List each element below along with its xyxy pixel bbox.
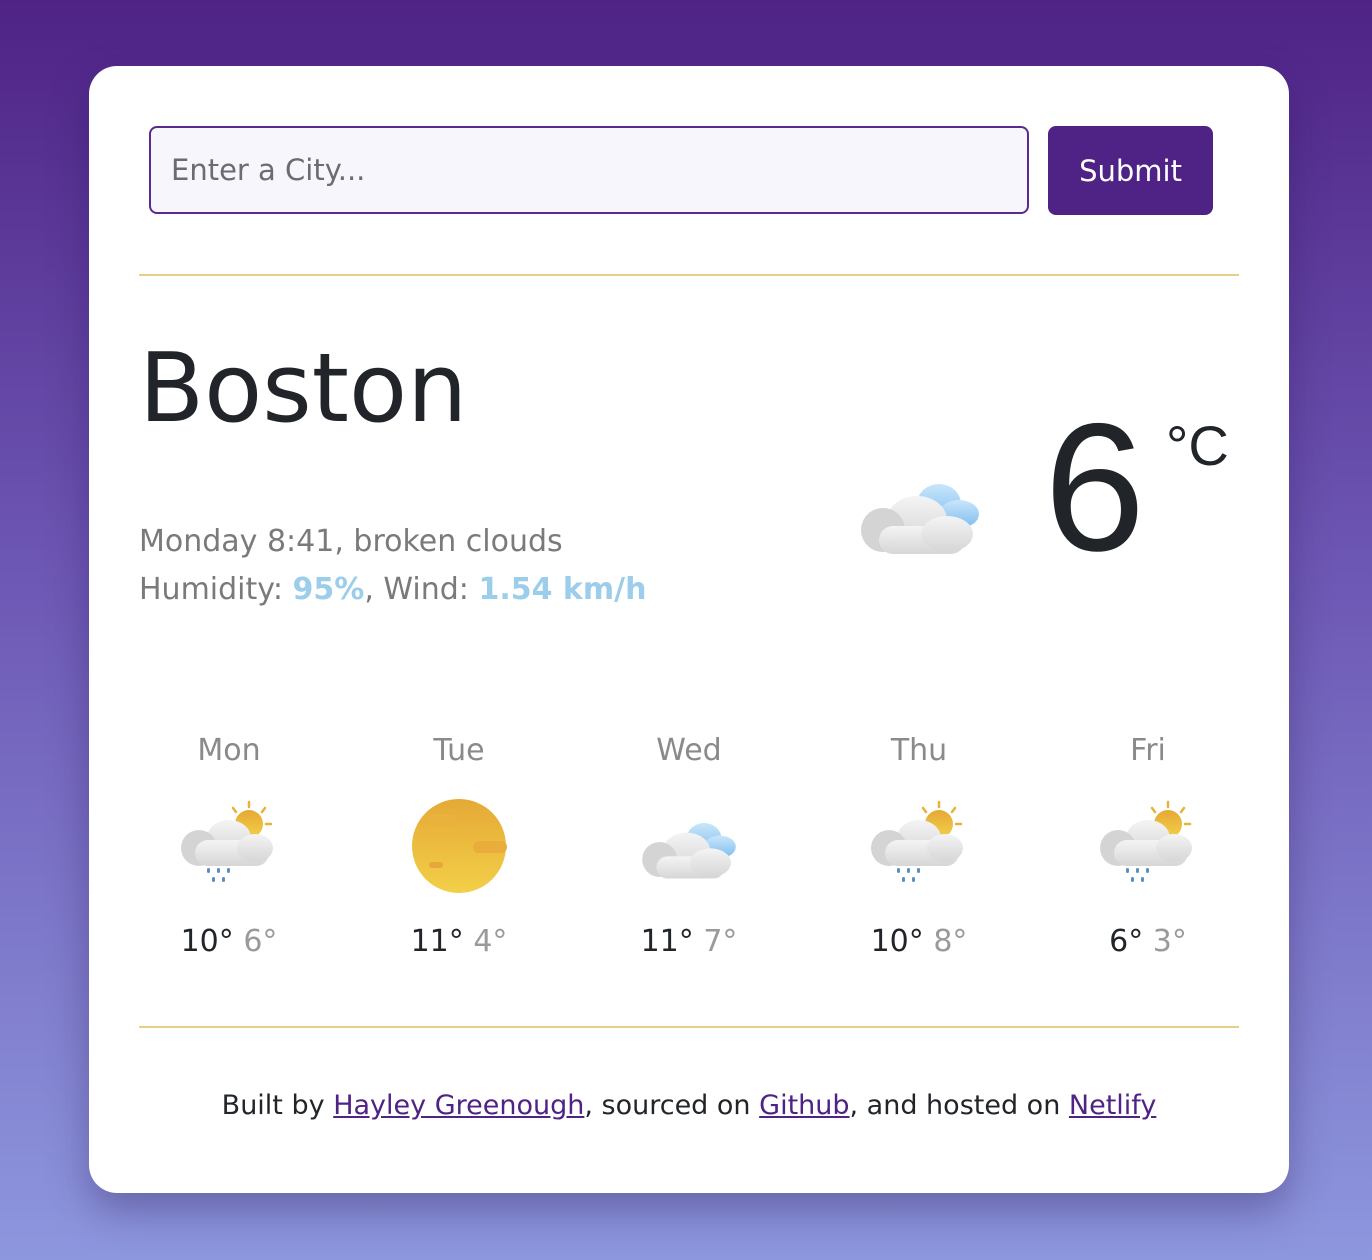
top-divider bbox=[139, 274, 1239, 276]
forecast-day-name: Fri bbox=[1130, 733, 1166, 768]
forecast-min: 8° bbox=[933, 924, 968, 959]
forecast: Mon 10° 6° Tue 11° 4° Wed 11° 7° Thu 10°… bbox=[139, 730, 1289, 970]
forecast-min: 3° bbox=[1152, 924, 1187, 959]
footer: Built by Hayley Greenough, sourced on Gi… bbox=[89, 1090, 1289, 1121]
wind-value: 1.54 km/h bbox=[478, 572, 647, 607]
city-name: Boston bbox=[139, 334, 468, 444]
forecast-day-name: Wed bbox=[656, 733, 722, 768]
humidity-label: Humidity: bbox=[139, 572, 283, 607]
forecast-day: Tue 11° 4° bbox=[369, 730, 549, 959]
forecast-temps: 11° 7° bbox=[599, 924, 779, 959]
forecast-temps: 6° 3° bbox=[1058, 924, 1238, 959]
condition: broken clouds bbox=[353, 524, 563, 559]
submit-button[interactable]: Submit bbox=[1048, 126, 1213, 215]
forecast-max: 10° bbox=[180, 924, 234, 959]
temperature-unit: °C bbox=[1166, 414, 1229, 477]
humidity-value: 95% bbox=[292, 572, 365, 607]
footer-middle2: , and hosted on bbox=[849, 1090, 1061, 1121]
forecast-day: Wed 11° 7° bbox=[599, 730, 779, 959]
current-temperature: 6 bbox=[1044, 385, 1146, 589]
forecast-day-name: Mon bbox=[197, 733, 261, 768]
forecast-min: 7° bbox=[703, 924, 738, 959]
forecast-max: 11° bbox=[410, 924, 464, 959]
clouds-icon bbox=[639, 796, 739, 896]
forecast-temps: 10° 8° bbox=[829, 924, 1009, 959]
wind-label: Wind: bbox=[383, 572, 469, 607]
netlify-link[interactable]: Netlify bbox=[1069, 1090, 1156, 1121]
forecast-day: Fri 6° 3° bbox=[1058, 730, 1238, 959]
forecast-max: 6° bbox=[1109, 924, 1144, 959]
footer-prefix: Built by bbox=[221, 1090, 325, 1121]
current-description: Monday 8:41, broken clouds Humidity: 95%… bbox=[139, 518, 646, 614]
city-search-input[interactable] bbox=[149, 126, 1029, 214]
github-link[interactable]: Github bbox=[759, 1090, 849, 1121]
humidity-wind-line: Humidity: 95%, Wind: 1.54 km/h bbox=[139, 572, 647, 607]
forecast-day: Mon 10° 6° bbox=[139, 730, 319, 959]
rain-sun-cloud-icon bbox=[1098, 796, 1198, 896]
rain-sun-cloud-icon bbox=[179, 796, 279, 896]
forecast-day: Thu 10° 8° bbox=[829, 730, 1009, 959]
forecast-temps: 10° 6° bbox=[139, 924, 319, 959]
rain-sun-cloud-icon bbox=[869, 796, 969, 896]
day-time: Monday 8:41 bbox=[139, 524, 335, 559]
sun-icon bbox=[409, 796, 509, 896]
weather-card: Submit Boston Monday 8:41, broken clouds… bbox=[89, 66, 1289, 1193]
author-link[interactable]: Hayley Greenough bbox=[333, 1090, 584, 1121]
forecast-max: 11° bbox=[640, 924, 694, 959]
forecast-min: 6° bbox=[243, 924, 278, 959]
date-condition-line: Monday 8:41, broken clouds bbox=[139, 524, 563, 559]
footer-middle: , sourced on bbox=[584, 1090, 751, 1121]
bottom-divider bbox=[139, 1026, 1239, 1028]
broken-clouds-icon bbox=[857, 468, 983, 558]
forecast-day-name: Thu bbox=[890, 733, 948, 768]
forecast-max: 10° bbox=[870, 924, 924, 959]
forecast-temps: 11° 4° bbox=[369, 924, 549, 959]
forecast-day-name: Tue bbox=[433, 733, 485, 768]
forecast-min: 4° bbox=[473, 924, 508, 959]
